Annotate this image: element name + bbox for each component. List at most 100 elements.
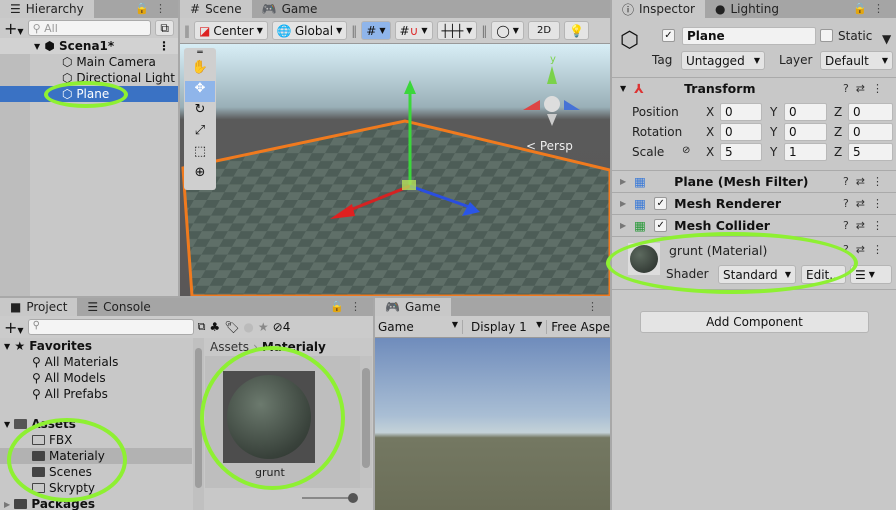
2d-toggle[interactable]: 2D bbox=[527, 21, 561, 40]
component-actions[interactable]: ?⇄⋮ bbox=[843, 219, 890, 232]
game-viewport bbox=[375, 338, 610, 510]
aspect-dropdown[interactable]: Free Aspe bbox=[547, 320, 610, 334]
active-checkbox[interactable]: ✓ bbox=[662, 29, 675, 42]
folder-item[interactable]: Skrypty bbox=[0, 480, 192, 496]
scale-x[interactable]: 5 bbox=[720, 143, 762, 161]
scene-row[interactable]: ▼ ⬢ Scena1* ⋮ bbox=[0, 38, 178, 54]
mesh-collider-header[interactable]: ▶ ▦ ✓ Mesh Collider ?⇄⋮ bbox=[612, 214, 896, 235]
rotation-z[interactable]: 0 bbox=[848, 123, 893, 141]
tab-inspector[interactable]: ⓘ Inspector bbox=[612, 0, 705, 18]
open-folder-icon bbox=[14, 419, 28, 429]
tab-hierarchy[interactable]: ☰ Hierarchy bbox=[0, 0, 94, 18]
grid-snap-toggle[interactable]: # ▼ bbox=[361, 21, 391, 40]
panel-menu-icon[interactable]: 🔒⋮ bbox=[853, 2, 890, 15]
persp-label[interactable]: < Persp bbox=[526, 139, 573, 153]
search-icon: ⚲ bbox=[32, 371, 41, 385]
hierarchy-item-selected[interactable]: ⬡ Plane bbox=[0, 86, 178, 102]
game-mode-dropdown[interactable]: Game ▼ bbox=[375, 319, 464, 334]
expand-search-button[interactable]: ⧉ bbox=[155, 20, 174, 36]
display-dropdown[interactable]: Display 1 ▼ bbox=[463, 319, 548, 334]
bulb-icon: ● bbox=[715, 2, 726, 16]
mesh-filter-icon: ▦ bbox=[634, 173, 646, 189]
panel-menu-icon[interactable]: ⋮ bbox=[587, 300, 604, 313]
breadcrumb-materialy[interactable]: Materialy bbox=[262, 340, 326, 354]
constrain-proportions-icon[interactable]: ⊘ bbox=[682, 145, 690, 156]
object-name-input[interactable]: Plane bbox=[682, 27, 816, 45]
tab-lighting[interactable]: ● Lighting bbox=[705, 0, 789, 18]
favorite-item[interactable]: ⚲ All Models bbox=[0, 370, 192, 386]
favorites-filter-icon[interactable]: ★ bbox=[258, 320, 269, 334]
position-y[interactable]: 0 bbox=[784, 103, 827, 121]
scale-z[interactable]: 5 bbox=[848, 143, 893, 161]
component-actions[interactable]: ?⇄⋮ bbox=[843, 197, 890, 210]
expand-search-icon[interactable]: ⧉ bbox=[198, 320, 206, 334]
create-button[interactable]: +▼ bbox=[4, 318, 24, 337]
transform-tool-icon[interactable]: ⊕ bbox=[195, 165, 206, 186]
scale-tool-icon[interactable]: ⤢ bbox=[195, 123, 205, 144]
rotate-tool-icon[interactable]: ↻ bbox=[195, 102, 206, 123]
tab-console[interactable]: ☰ Console bbox=[77, 298, 160, 316]
add-button[interactable]: +▼ bbox=[4, 19, 24, 38]
log-icon[interactable]: ● bbox=[243, 320, 253, 334]
rect-tool-icon[interactable]: ⬚ bbox=[194, 144, 206, 165]
lighting-toggle[interactable]: 💡 bbox=[564, 21, 589, 40]
add-component-button[interactable]: Add Component bbox=[640, 311, 869, 333]
project-search-input[interactable]: ⚲ bbox=[27, 319, 194, 335]
favorite-item[interactable]: ⚲ All Materials bbox=[0, 354, 192, 370]
grid-scrollbar[interactable] bbox=[360, 356, 372, 488]
tag-dropdown[interactable]: Untagged ▼ bbox=[681, 51, 765, 70]
rotation-y[interactable]: 0 bbox=[784, 123, 827, 141]
tab-game-view[interactable]: 🎮 Game bbox=[375, 298, 451, 316]
rotation-x[interactable]: 0 bbox=[720, 123, 762, 141]
scene-viewport[interactable]: y < Persp bbox=[180, 44, 610, 296]
layer-dropdown[interactable]: Default ▼ bbox=[820, 51, 893, 70]
position-x[interactable]: 0 bbox=[720, 103, 762, 121]
asset-item-grunt[interactable] bbox=[223, 371, 315, 463]
transform-header[interactable]: ▼ ⅄ Transform ?⇄⋮ bbox=[612, 77, 896, 98]
hierarchy-item[interactable]: ⬡ Directional Light bbox=[0, 70, 178, 86]
search-by-type-icon[interactable]: ♣ bbox=[209, 320, 220, 334]
mesh-collider-checkbox[interactable]: ✓ bbox=[654, 218, 668, 232]
favorites-header[interactable]: ▼ ★ Favorites bbox=[0, 338, 192, 354]
mesh-renderer-checkbox[interactable]: ✓ bbox=[654, 196, 668, 210]
tree-scrollbar[interactable] bbox=[193, 338, 204, 510]
edit-shader-button[interactable]: Edit... bbox=[801, 265, 846, 284]
folder-item[interactable]: FBX bbox=[0, 432, 192, 448]
panel-menu-icon[interactable]: 🔒⋮ bbox=[330, 300, 367, 313]
mesh-filter-header[interactable]: ▶ ▦ Plane (Mesh Filter) ?⇄⋮ bbox=[612, 170, 896, 191]
static-checkbox[interactable] bbox=[820, 29, 833, 42]
folder-item-selected[interactable]: Materialy bbox=[0, 448, 192, 464]
shading-mode-button[interactable]: ◯ ▼ bbox=[491, 21, 524, 40]
scale-y[interactable]: 1 bbox=[784, 143, 827, 161]
shader-options-dropdown[interactable]: ☰ ▼ bbox=[850, 265, 892, 284]
hidden-packages-icon[interactable]: ⊘4 bbox=[273, 320, 291, 334]
component-actions[interactable]: ?⇄⋮ bbox=[843, 243, 890, 256]
ruler-button[interactable]: ┼┼┼ ▼ bbox=[436, 21, 478, 40]
favorite-item[interactable]: ⚲ All Prefabs bbox=[0, 386, 192, 402]
position-z[interactable]: 0 bbox=[848, 103, 893, 121]
assets-header[interactable]: ▼ Assets bbox=[0, 416, 192, 432]
breadcrumb-assets[interactable]: Assets bbox=[210, 340, 249, 354]
move-tool-icon[interactable]: ✥ bbox=[185, 81, 215, 102]
tab-scene[interactable]: # Scene bbox=[180, 0, 252, 18]
shader-dropdown[interactable]: Standard ▼ bbox=[718, 265, 796, 284]
scene-menu-icon[interactable]: ⋮ bbox=[158, 39, 170, 53]
search-by-label-icon[interactable]: 🏷 bbox=[224, 320, 239, 334]
component-actions[interactable]: ?⇄⋮ bbox=[843, 175, 890, 188]
space-dropdown[interactable]: 🌐 Global ▼ bbox=[271, 21, 348, 40]
component-actions[interactable]: ?⇄⋮ bbox=[843, 82, 890, 95]
hierarchy-item[interactable]: ⬡ Main Camera bbox=[0, 54, 178, 70]
packages-header[interactable]: ▶ Packages bbox=[0, 496, 192, 510]
thumbnail-size-slider[interactable] bbox=[302, 493, 358, 503]
material-section[interactable]: grunt (Material) ?⇄⋮ Shader Standard ▼ Ed… bbox=[612, 236, 896, 290]
pivot-dropdown[interactable]: ◪ Center ▼ bbox=[194, 21, 268, 40]
panel-menu-icon[interactable]: 🔒⋮ bbox=[135, 2, 172, 15]
tab-game[interactable]: 🎮 Game bbox=[252, 0, 328, 18]
mesh-renderer-header[interactable]: ▶ ▦ ✓ Mesh Renderer ?⇄⋮ bbox=[612, 192, 896, 213]
static-dropdown[interactable]: ▼ bbox=[882, 32, 891, 46]
tab-project[interactable]: ■ Project bbox=[0, 298, 78, 316]
snap-increment-button[interactable]: #∪ ▼ bbox=[394, 21, 433, 40]
search-input[interactable]: ⚲ All bbox=[27, 20, 152, 36]
folder-item[interactable]: Scenes bbox=[0, 464, 192, 480]
hand-tool-icon[interactable]: ✋ bbox=[192, 60, 208, 81]
